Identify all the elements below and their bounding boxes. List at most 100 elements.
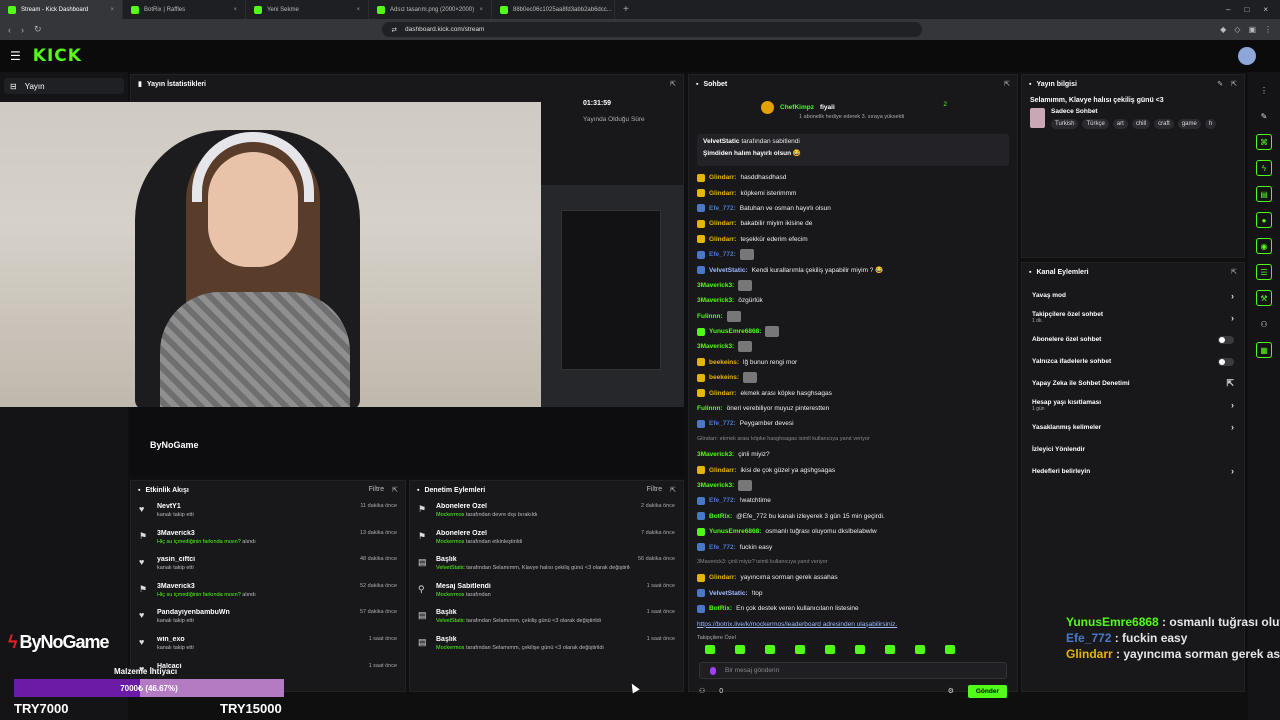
chat-username[interactable]: Glindarr: [709,220,736,227]
emote-icon[interactable] [885,645,895,655]
channel-action-row[interactable]: Yapay Zeka ile Sohbet Denetimi ⇱ [1022,373,1244,395]
list-item[interactable]: ⚲ Mesaj Sabitlendi Mockermos tarafından 1 s… [410,579,683,606]
chat-username[interactable]: Efe_772: [709,251,736,258]
chat-username[interactable]: BotRix: [709,513,732,520]
chat-username[interactable]: Glindarr: [709,574,736,581]
list-item[interactable]: ⚑ 3Maverick3 Hiç su içmediğinin farkında m… [131,579,405,606]
tag-chip[interactable]: craft [1154,119,1174,129]
close-icon[interactable]: × [356,7,360,13]
more-icon[interactable]: ⋮ [1256,82,1272,98]
reload-icon[interactable]: ↻ [34,24,42,35]
emote-icon[interactable] [915,645,925,655]
chat-username[interactable]: Efe_772: [709,420,736,427]
chat-username[interactable]: 3Maverick3: [697,482,734,489]
browser-tab[interactable]: BotRix | Raffles × [123,0,246,19]
chat-username[interactable]: 3Maverick3: [697,343,734,350]
popout-icon[interactable]: ⇱ [1231,268,1237,276]
filter-button[interactable]: Filtre [647,486,663,494]
filter-button[interactable]: Filtre [369,486,385,494]
shortcut-icon[interactable]: ⌘ [1256,134,1272,150]
close-icon[interactable]: × [233,7,237,13]
chat-username[interactable]: Glindarr: [709,467,736,474]
chat-username[interactable]: Glindarr: [709,390,736,397]
tag-chip[interactable]: Turkish [1051,119,1079,129]
tag-chip[interactable]: game [1177,119,1201,129]
chat-username[interactable]: YunusEmre6868: [709,528,761,535]
chat-username[interactable]: Efe_772: [709,205,736,212]
close-icon[interactable]: × [110,7,114,13]
list-item[interactable]: ▤ Başlık VelvetStatic tarafından Selamımm,… [410,552,683,579]
user-avatar[interactable] [1238,47,1256,65]
site-info-icon[interactable]: ⇄ [392,26,397,34]
forward-icon[interactable]: › [21,25,24,35]
stream-video[interactable] [0,102,541,407]
channel-action-row[interactable]: Takipçilere özel sohbet 1 dk. › [1022,307,1244,329]
emote-icon[interactable] [945,645,955,655]
channel-action-row[interactable]: Yasaklanmış kelimeler › [1022,416,1244,438]
extension-icon[interactable]: ◇ [1234,25,1240,34]
chat-username[interactable]: YunusEmre6868: [709,328,761,335]
back-icon[interactable]: ‹ [8,25,11,35]
external-link-icon[interactable]: ⇱ [1226,378,1234,389]
popout-icon[interactable]: ⇱ [392,486,398,494]
browser-tab[interactable]: Adsız tasarım.png (2000×2000) × [369,0,492,19]
chat-username[interactable]: Fulinnn: [697,405,723,412]
channel-action-row[interactable]: Hesap yaşı kısıtlaması 1 gün › [1022,394,1244,416]
maximize-icon[interactable]: □ [1244,5,1249,14]
sidebar-item-yayin[interactable]: ⊟ Yayın [4,78,124,94]
pinned-message[interactable]: VelvetStatic tarafından sabitlendi Şimdi… [697,134,1009,166]
chat-link[interactable]: https://botrix.live/k/mockermos/leaderbo… [697,621,897,628]
chat-username[interactable]: Glindarr: [709,190,736,197]
menu-icon[interactable]: ⋮ [1264,25,1272,34]
chat-username[interactable]: beekeins: [709,359,739,366]
chat-username[interactable]: Glindarr: [709,174,736,181]
new-tab-icon[interactable]: + [615,4,637,15]
channel-action-row[interactable]: Hedefleri belirleyin › [1022,460,1244,482]
browser-tab[interactable]: 88b0ec06c1025aa8fd3abb2ab6dcc...× [492,0,615,19]
chevron-right-icon[interactable]: › [1231,313,1234,323]
emote-icon[interactable] [705,645,715,655]
channel-action-row[interactable]: Yavaş mod › [1022,285,1244,307]
note-icon[interactable]: ▤ [1256,186,1272,202]
minimize-icon[interactable]: – [1226,5,1230,14]
channel-action-row[interactable]: Yalnızca ifadelerle sohbet [1022,351,1244,373]
emote-icon[interactable] [855,645,865,655]
emote-icon[interactable] [735,645,745,655]
settings-icon[interactable]: ⚙ [948,687,954,695]
chat-bubble-icon[interactable]: ● [1256,212,1272,228]
chat-username[interactable]: 3Maverick3: [697,297,734,304]
chat-username[interactable]: beekeins: [709,374,739,381]
chat-username[interactable]: Efe_772: [709,497,736,504]
channel-action-row[interactable]: İzleyici Yönlendir [1022,438,1244,460]
extension-icon[interactable]: ◆ [1220,25,1226,34]
list-item[interactable]: ⚑ Abonelere Özel Mockermos tarafından devr… [410,499,683,526]
emote-icon[interactable] [795,645,805,655]
chat-username[interactable]: 3Maverick3: [697,451,734,458]
chat-username[interactable]: Glindarr: [709,236,736,243]
list-icon[interactable]: ☰ [1256,264,1272,280]
tag-chip[interactable]: Türkçe [1082,119,1109,129]
tag-chip[interactable]: h [1204,119,1217,129]
popout-icon[interactable]: ⇱ [670,486,676,494]
list-item[interactable]: ♥ win_exo kanalı takip etti 1 saat önce [131,632,405,659]
url-field[interactable]: ⇄ dashboard.kick.com/stream [381,22,922,37]
send-button[interactable]: Gönder [967,684,1007,698]
tag-chip[interactable]: chill [1131,119,1151,129]
chat-username[interactable]: 3Maverick3: [697,282,734,289]
browser-tab[interactable]: Stream - Kick Dashboard × [0,0,123,19]
users-icon[interactable]: ⚇ [699,687,705,695]
chat-username[interactable]: BotRix: [709,605,732,612]
chat-username[interactable]: Efe_772: [709,544,736,551]
tag-chip[interactable]: art [1112,119,1128,129]
grid-icon[interactable]: ▦ [1256,342,1272,358]
toggle-switch[interactable] [1218,357,1234,366]
popout-icon[interactable]: ⇱ [1231,80,1237,88]
pencil-icon[interactable]: ✎ [1256,108,1272,124]
wrench-icon[interactable]: ⚒ [1256,290,1272,306]
chevron-right-icon[interactable]: › [1231,291,1234,301]
list-item[interactable]: ▤ Başlık VelvetStatic tarafından Selamımm,… [410,605,683,632]
kick-logo[interactable]: KICK [33,46,82,66]
chevron-right-icon[interactable]: › [1231,400,1234,410]
chevron-right-icon[interactable]: › [1231,422,1234,432]
chat-username[interactable]: VelvetStatic: [709,267,748,274]
